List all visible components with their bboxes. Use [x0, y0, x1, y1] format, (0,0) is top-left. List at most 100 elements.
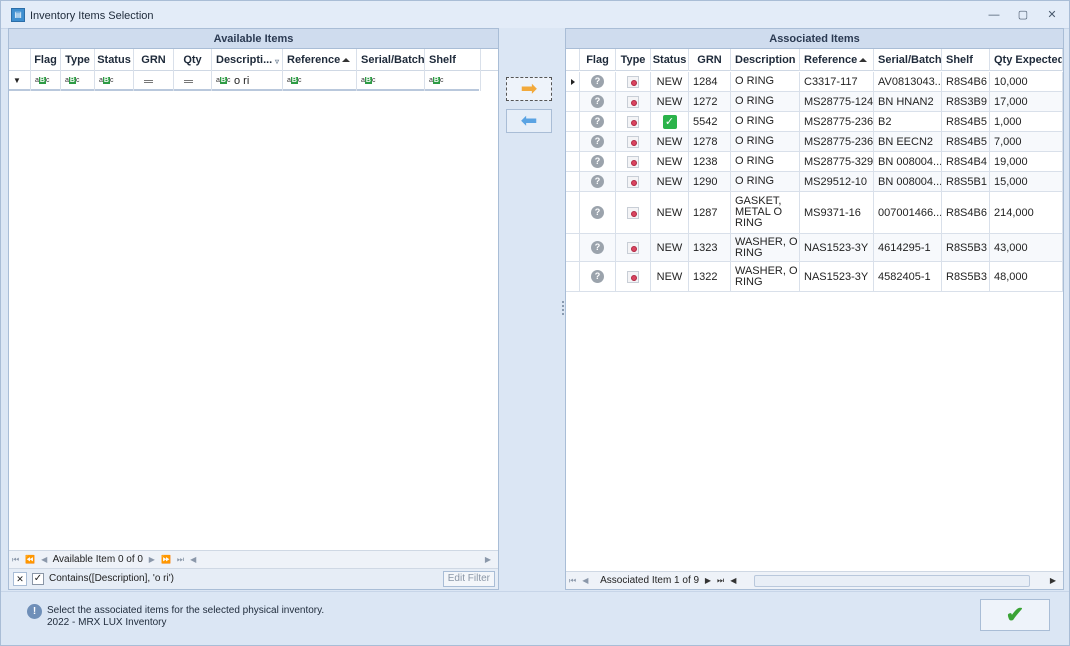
col-header-status[interactable]: Status [651, 49, 689, 71]
cell-flag[interactable]: ? [580, 72, 616, 91]
filter-cell-serial-batch[interactable]: aBc [357, 71, 425, 91]
prev-page-icon[interactable]: ⏪ [25, 551, 35, 569]
scroll-left-icon[interactable]: ◀ [190, 551, 196, 569]
cell-flag[interactable]: ? [580, 172, 616, 191]
cell-description[interactable]: O RING [731, 72, 800, 91]
table-row[interactable]: ? NEW 1322 WASHER, O RING NAS1523-3Y 4582405-… [566, 262, 1063, 292]
cell-description[interactable]: O RING [731, 112, 800, 131]
splitter-handle[interactable] [562, 301, 564, 315]
col-header-shelf[interactable]: Shelf [425, 49, 481, 71]
row-indicator[interactable] [566, 262, 580, 291]
cell-serial-batch[interactable]: AV0813043... [874, 72, 942, 91]
scroll-right-icon[interactable]: ▶ [485, 551, 491, 569]
cell-serial-batch[interactable]: 4614295-1 [874, 234, 942, 261]
title-bar[interactable]: ▤ Inventory Items Selection — ▢ ✕ [1, 1, 1069, 29]
cell-flag[interactable]: ? [580, 112, 616, 131]
cell-description[interactable]: O RING [731, 132, 800, 151]
cell-status[interactable]: NEW [651, 152, 689, 171]
last-record-icon[interactable]: ⏭ [717, 572, 724, 590]
cell-reference[interactable]: NAS1523-3Y [800, 262, 874, 291]
table-row[interactable]: ? NEW 1272 O RING MS28775-124 BN HNAN2 R8S3B9 1… [566, 92, 1063, 112]
col-header-grn[interactable]: GRN [134, 49, 174, 71]
cell-status[interactable]: ✓ [651, 112, 689, 131]
row-indicator[interactable] [566, 72, 580, 91]
next-record-icon[interactable]: ▶ [705, 572, 711, 590]
cell-description[interactable]: WASHER, O RING [731, 262, 800, 291]
row-indicator[interactable] [566, 234, 580, 261]
cell-grn[interactable]: 1278 [689, 132, 731, 151]
cell-description[interactable]: GASKET, METAL O RING [731, 192, 800, 233]
cell-type[interactable] [616, 112, 651, 131]
cell-flag[interactable]: ? [580, 132, 616, 151]
col-header-qty[interactable]: Qty [174, 49, 212, 71]
cell-type[interactable] [616, 72, 651, 91]
cell-flag[interactable]: ? [580, 192, 616, 233]
cell-reference[interactable]: MS28775-236 [800, 112, 874, 131]
col-header-shelf[interactable]: Shelf [942, 49, 990, 71]
prev-record-icon[interactable]: ◀ [41, 551, 47, 569]
col-header-flag[interactable]: Flag [580, 49, 616, 71]
filter-cell-type[interactable]: aBc [61, 71, 95, 91]
cell-qty-expected[interactable]: 1,000 [990, 112, 1063, 131]
cell-shelf[interactable]: R8S5B3 [942, 262, 990, 291]
cell-qty-expected[interactable]: 43,000 [990, 234, 1063, 261]
col-header-grn[interactable]: GRN [689, 49, 731, 71]
cell-qty-expected[interactable]: 17,000 [990, 92, 1063, 111]
cell-shelf[interactable]: R8S5B1 [942, 172, 990, 191]
cell-qty-expected[interactable]: 15,000 [990, 172, 1063, 191]
cell-grn[interactable]: 5542 [689, 112, 731, 131]
cell-grn[interactable]: 1323 [689, 234, 731, 261]
table-row[interactable]: ? NEW 1284 O RING C3317-117 AV0813043... R8S4B… [566, 72, 1063, 92]
cell-serial-batch[interactable]: BN HNAN2 [874, 92, 942, 111]
cell-reference[interactable]: NAS1523-3Y [800, 234, 874, 261]
cell-flag[interactable]: ? [580, 92, 616, 111]
filter-cell-qty[interactable] [174, 71, 212, 91]
table-row[interactable]: ? NEW 1323 WASHER, O RING NAS1523-3Y 4614295-… [566, 234, 1063, 262]
filter-cell-reference[interactable]: aBc [283, 71, 357, 91]
cell-type[interactable] [616, 234, 651, 261]
cell-reference[interactable]: MS29512-10 [800, 172, 874, 191]
clear-filter-icon[interactable]: ✕ [13, 572, 27, 586]
first-record-icon[interactable]: ⏮ [569, 572, 576, 590]
confirm-button[interactable]: ✔ [980, 599, 1050, 631]
cell-shelf[interactable]: R8S4B6 [942, 192, 990, 233]
cell-qty-expected[interactable]: 214,000 [990, 192, 1063, 233]
restore-icon[interactable]: ▢ [1014, 7, 1032, 23]
cell-description[interactable]: WASHER, O RING [731, 234, 800, 261]
table-row[interactable]: ? ✓ 5542 O RING MS28775-236 B2 R8S4B5 1,000 [566, 112, 1063, 132]
cell-status[interactable]: NEW [651, 72, 689, 91]
cell-grn[interactable]: 1287 [689, 192, 731, 233]
scroll-right-icon[interactable]: ▶ [1050, 572, 1056, 590]
filter-enabled-checkbox[interactable]: ✓ [32, 573, 44, 585]
row-indicator[interactable] [566, 172, 580, 191]
cell-shelf[interactable]: R8S4B4 [942, 152, 990, 171]
cell-qty-expected[interactable]: 19,000 [990, 152, 1063, 171]
row-indicator[interactable] [566, 152, 580, 171]
cell-description[interactable]: O RING [731, 92, 800, 111]
cell-status[interactable]: NEW [651, 262, 689, 291]
next-page-icon[interactable]: ⏩ [161, 551, 171, 569]
col-header-reference[interactable]: Reference [283, 49, 357, 71]
filter-cell-status[interactable]: aBc [95, 71, 134, 91]
col-header-type[interactable]: Type [616, 49, 651, 71]
cell-reference[interactable]: MS28775-236 [800, 132, 874, 151]
filter-cell-description[interactable]: aBc o ri [212, 71, 283, 91]
row-indicator[interactable] [566, 192, 580, 233]
col-header-status[interactable]: Status [95, 49, 134, 71]
add-item-button[interactable]: ➡ [506, 77, 552, 101]
cell-grn[interactable]: 1290 [689, 172, 731, 191]
cell-status[interactable]: NEW [651, 234, 689, 261]
cell-description[interactable]: O RING [731, 172, 800, 191]
cell-grn[interactable]: 1238 [689, 152, 731, 171]
filter-cell-grn[interactable] [134, 71, 174, 91]
col-header-serial-batch[interactable]: Serial/Batch [874, 49, 942, 71]
remove-item-button[interactable]: ⬅ [506, 109, 552, 133]
cell-type[interactable] [616, 92, 651, 111]
cell-serial-batch[interactable]: BN 008004... [874, 152, 942, 171]
edit-filter-button[interactable]: Edit Filter [442, 571, 495, 587]
filter-cell-flag[interactable]: aBc [31, 71, 61, 91]
last-record-icon[interactable]: ⏭ [177, 551, 184, 569]
prev-record-icon[interactable]: ◀ [582, 572, 588, 590]
cell-serial-batch[interactable]: BN 008004... [874, 172, 942, 191]
cell-status[interactable]: NEW [651, 172, 689, 191]
